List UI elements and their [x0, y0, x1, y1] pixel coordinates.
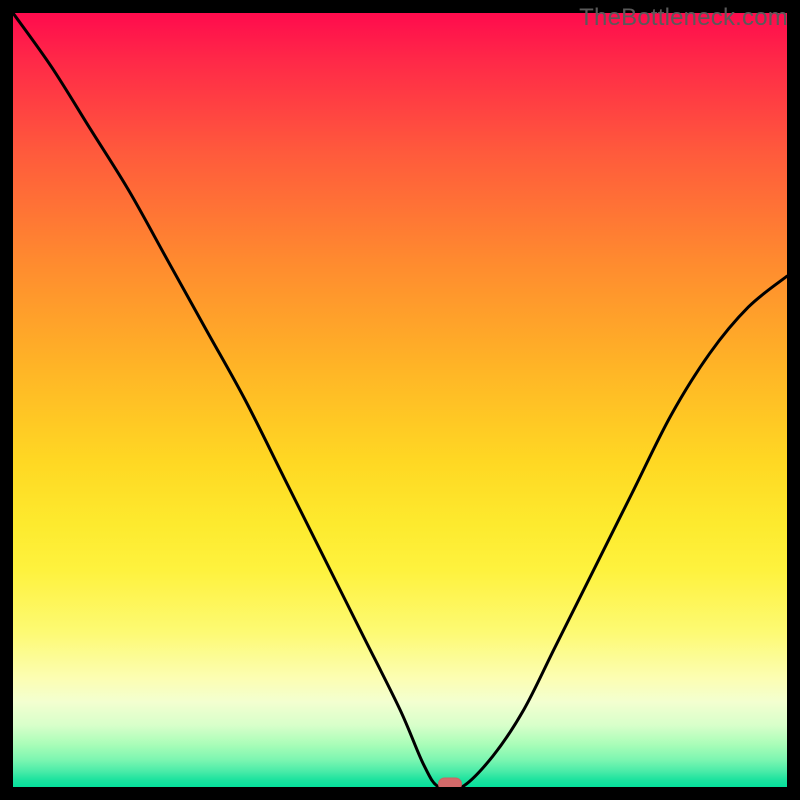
bottleneck-curve: [13, 13, 787, 787]
plot-area: [13, 13, 787, 787]
watermark-text: TheBottleneck.com: [579, 4, 788, 32]
chart-frame: TheBottleneck.com: [0, 0, 800, 800]
minimum-marker: [438, 778, 462, 788]
